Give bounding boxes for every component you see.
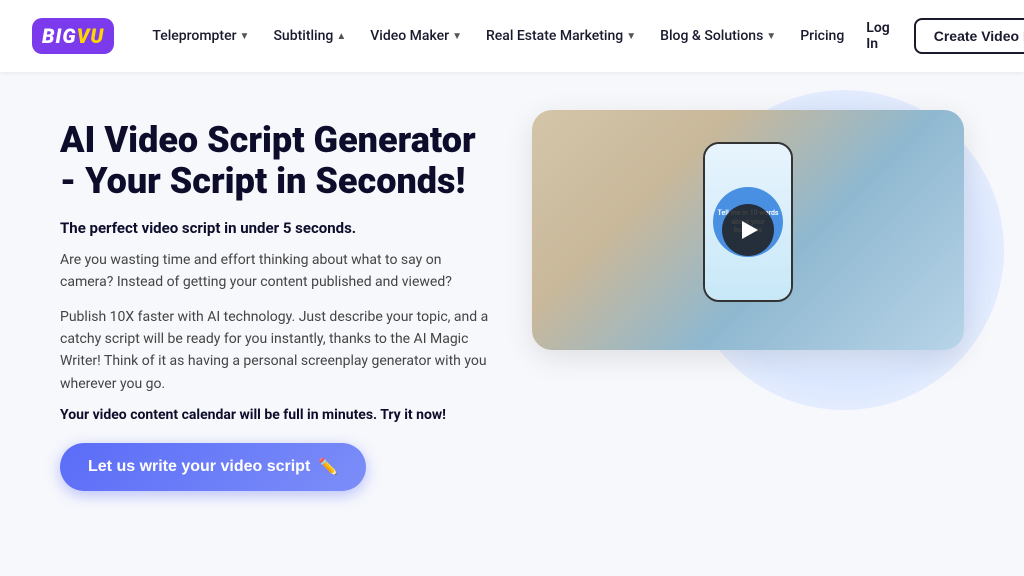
main-content: AI Video Script Generator - Your Script … (0, 72, 1024, 491)
nav-pricing[interactable]: Pricing (790, 22, 854, 50)
main-nav: Teleprompter ▼ Subtitling ▲ Video Maker … (142, 22, 854, 50)
chevron-down-icon: ▼ (626, 31, 636, 42)
create-video-button[interactable]: Create Video Free (914, 18, 1024, 54)
play-icon (742, 221, 758, 239)
video-thumbnail[interactable]: Tell me in 10 words about your business (532, 110, 964, 350)
nav-real-estate[interactable]: Real Estate Marketing ▼ (476, 22, 646, 50)
logo-text: BIGVU (42, 24, 104, 48)
nav-video-maker[interactable]: Video Maker ▼ (360, 22, 472, 50)
play-button[interactable] (722, 204, 774, 256)
logo[interactable]: BIGVU (32, 18, 114, 54)
login-button[interactable]: Log In (854, 12, 901, 60)
chevron-down-icon: ▼ (766, 31, 776, 42)
hero-subtitle: The perfect video script in under 5 seco… (60, 219, 492, 237)
hero-body2: Publish 10X faster with AI technology. J… (60, 306, 492, 396)
hero-cta-text: Your video content calendar will be full… (60, 407, 492, 423)
video-container[interactable]: Tell me in 10 words about your business (532, 110, 964, 350)
hero-left: AI Video Script Generator - Your Script … (60, 120, 492, 491)
nav-teleprompter[interactable]: Teleprompter ▼ (142, 22, 259, 50)
chevron-down-icon: ▼ (452, 31, 462, 42)
header: BIGVU Teleprompter ▼ Subtitling ▲ Video … (0, 0, 1024, 72)
hero-body1: Are you wasting time and effort thinking… (60, 249, 492, 294)
chevron-down-icon: ▼ (240, 31, 250, 42)
nav-subtitling[interactable]: Subtitling ▲ (263, 22, 356, 50)
write-script-button[interactable]: Let us write your video script ✏️ (60, 443, 366, 491)
write-script-label: Let us write your video script (88, 458, 310, 476)
chevron-up-icon: ▲ (336, 31, 346, 42)
hero-title: AI Video Script Generator - Your Script … (60, 120, 492, 203)
hero-right: Tell me in 10 words about your business (532, 110, 964, 350)
nav-actions: Log In Create Video Free (854, 12, 1024, 60)
nav-blog-solutions[interactable]: Blog & Solutions ▼ (650, 22, 786, 50)
pencil-icon: ✏️ (318, 457, 338, 477)
